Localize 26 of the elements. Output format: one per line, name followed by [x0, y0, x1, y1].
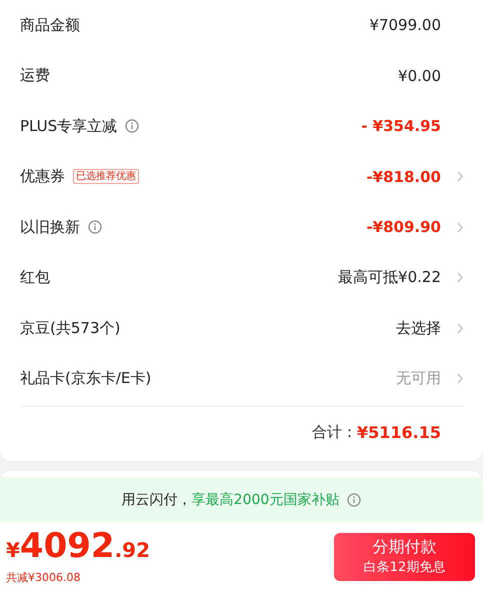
banner-text: 用云闪付，享最高2000元国家补贴 [122, 490, 340, 508]
row-value[interactable]: 无可用 [396, 369, 441, 388]
row-label: 红包 [20, 268, 50, 288]
saved-amount: 共减¥3006.08 [6, 570, 82, 585]
total-value: ¥5116.15 [356, 422, 441, 442]
row-value: ¥0.00 [398, 66, 441, 85]
promo-tag: 已选推荐优惠 [73, 169, 139, 184]
row-label: 优惠券 [20, 167, 65, 186]
total-price: ¥4092.92 [6, 528, 150, 568]
row-label: 京豆(共573个) [20, 318, 120, 338]
info-icon[interactable] [125, 119, 140, 134]
info-icon[interactable] [347, 492, 362, 506]
row-value[interactable]: 最高可抵¥0.22 [338, 268, 441, 288]
info-icon[interactable] [88, 220, 102, 234]
row-value[interactable]: 去选择 [396, 318, 441, 338]
installment-pay-button[interactable]: 分期付款 白条12期免息 [334, 532, 475, 580]
row-value[interactable]: -¥818.00 [366, 168, 441, 186]
row-label: PLUS专享立减 [20, 116, 118, 136]
row-value: - ¥354.95 [361, 117, 441, 136]
row-label: 礼品卡(京东卡/E卡) [20, 369, 152, 388]
row-label: 以旧换新 [20, 218, 80, 237]
row-value[interactable]: -¥809.90 [366, 218, 441, 236]
row-label: 运费 [20, 66, 50, 86]
total-label: 合计： [312, 422, 357, 442]
row-label: 商品金额 [20, 16, 80, 35]
row-value: ¥7099.00 [369, 16, 441, 34]
